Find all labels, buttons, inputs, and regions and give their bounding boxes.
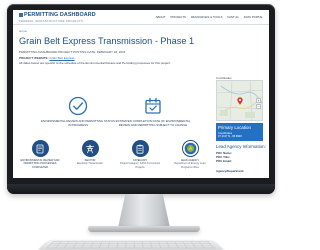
info-category-value: Project Category: FAST-41 Covered Projec… [120, 162, 160, 169]
info-category: CATEGORY Project Category: FAST-41 Cover… [119, 140, 161, 169]
status-review-caption: ENVIRONMENTAL REVIEW AND PERMITTING STAT… [41, 119, 115, 127]
info-sector-value: Electricity Transmission [76, 162, 104, 166]
logo-title: PERMITTING DASHBOARD [24, 12, 96, 18]
monitor-screen: PERMITTING DASHBOARD FEDERAL INFRASTRUCT… [13, 10, 269, 178]
info-lead-agency-value: Department of Energy, Loan Programs Offi… [174, 162, 206, 169]
project-info-row: ENVIRONMENTAL REVIEW AND PERMITTING PROC… [19, 140, 211, 169]
status-review-permitting: ENVIRONMENTAL REVIEW AND PERMITTING STAT… [40, 96, 116, 128]
info-sector: SECTOR Electricity Transmission [69, 140, 111, 169]
document-shield-icon [36, 144, 44, 153]
clipboard-icon [136, 144, 144, 154]
posting-date: PERMITTING DASHBOARD PROJECT POSTING DAT… [19, 50, 126, 54]
logo-mark-icon [19, 12, 23, 17]
schedule-notice: All dates below are specific to the sche… [19, 61, 171, 65]
map-zoom-out-button[interactable]: − [256, 104, 261, 109]
main-nav: ABOUT PROJECTS RESOURCES & TOOLS FAST-41… [156, 15, 263, 19]
poc-email-label: POC Email: [216, 159, 232, 163]
info-lead-agency: LEAD AGENCY Department of Energy, Loan P… [169, 140, 211, 169]
primary-location-card: Primary Location Coordinates 37.4447 N, … [216, 123, 263, 141]
nav-item-projects[interactable]: PROJECTS [171, 15, 186, 19]
nav-item-fast-41[interactable]: FAST-41 [228, 15, 239, 19]
project-website-link[interactable]: Grain Belt Express [50, 56, 75, 60]
calendar-check-icon [145, 97, 161, 114]
project-website-label: PROJECT WEBSITE: [19, 55, 49, 60]
project-website-row: PROJECT WEBSITE: Grain Belt Express [19, 56, 75, 60]
status-completion-date: ESTIMATED COMPLETION DATE OF ENVIRONMENT… [115, 96, 191, 128]
nav-item-about[interactable]: ABOUT [156, 15, 166, 19]
info-processes-completed: ENVIRONMENTAL REVIEW AND PERMITTING PROC… [19, 140, 61, 169]
status-completion-caption: ESTIMATED COMPLETION DATE OF ENVIRONMENT… [115, 119, 191, 127]
breadcrumb-home[interactable]: Home [19, 29, 27, 33]
monitor-chin [7, 184, 275, 194]
agency-department-label: Agency/Department: [216, 169, 245, 173]
info-processes-caption: ENVIRONMENTAL REVIEW AND PERMITTING PROC… [20, 159, 60, 169]
monitor-bezel: PERMITTING DASHBOARD FEDERAL INFRASTRUCT… [7, 4, 275, 194]
lead-agency-title: Lead Agency Information: [216, 144, 266, 149]
agency-seal-icon [184, 142, 196, 155]
nav-item-resources-tools[interactable]: RESOURCES & TOOLS [191, 15, 223, 19]
page-title: Grain Belt Express Transmission - Phase … [19, 36, 195, 46]
nav-item-data-portal[interactable]: DATA PORTAL [244, 15, 263, 19]
site-header: PERMITTING DASHBOARD FEDERAL INFRASTRUCT… [13, 10, 269, 25]
check-circle-icon [68, 96, 88, 116]
location-map[interactable]: + − [216, 80, 263, 121]
map-zoom-in-button[interactable]: + [256, 98, 261, 103]
monitor-stand-neck [118, 194, 170, 228]
transmission-tower-icon [86, 144, 94, 153]
site-logo[interactable]: PERMITTING DASHBOARD FEDERAL INFRASTRUCT… [19, 12, 96, 23]
keyboard [38, 239, 224, 250]
primary-location-line2: 37.4447 N, -95.8948 [218, 134, 242, 138]
map-pin-icon [237, 97, 243, 105]
monitor-stand-base [88, 226, 200, 232]
logo-subtitle: FEDERAL INFRASTRUCTURE PROJECTS [19, 18, 84, 23]
primary-location-title: Primary Location [218, 125, 251, 130]
keyboard-keys [45, 241, 217, 249]
